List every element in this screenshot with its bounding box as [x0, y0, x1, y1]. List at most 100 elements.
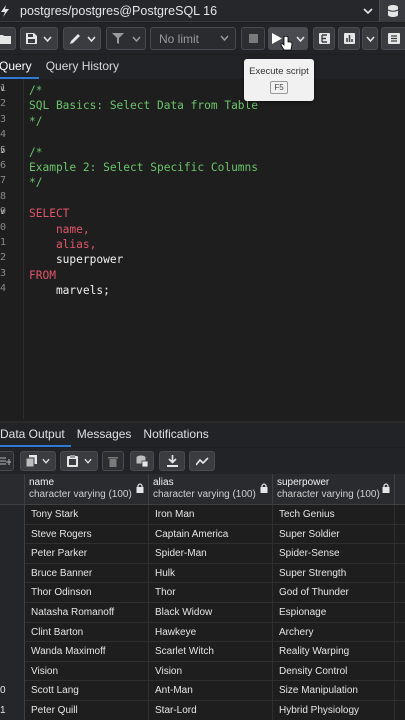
- row-number[interactable]: [0, 544, 25, 564]
- open-file-button[interactable]: [0, 27, 16, 50]
- code-line[interactable]: SELECT: [29, 206, 69, 221]
- table-cell-name[interactable]: Bruce Banner: [25, 563, 149, 584]
- table-cell-alias[interactable]: Star-Lord: [149, 701, 273, 720]
- code-line[interactable]: SQL Basics: Select Data from Table: [29, 98, 258, 113]
- table-cell-alias[interactable]: Black Widow: [149, 603, 273, 623]
- limit-select[interactable]: No limit: [150, 27, 236, 50]
- table-row[interactable]: Steve Rogers Captain America Super Soldier: [0, 524, 405, 545]
- explain-button[interactable]: [313, 27, 335, 50]
- row-number[interactable]: [0, 603, 25, 623]
- row-number-header[interactable]: [0, 474, 25, 505]
- tab-notifications[interactable]: Notifications: [137, 423, 214, 447]
- table-cell-superpower[interactable]: Spider-Sense: [273, 544, 395, 564]
- delete-row-button[interactable]: [102, 451, 124, 471]
- code-line[interactable]: name,: [29, 222, 90, 237]
- sql-editor[interactable]: 1 ∨ 2 3 4 5 ∨ 6 7 8 9 ∨ 0 1 2 3 4 /* SQL Basics: Select D…: [0, 79, 405, 419]
- row-number[interactable]: [0, 661, 25, 682]
- table-cell-name[interactable]: Thor Odinson: [25, 583, 149, 603]
- commit-button[interactable]: [381, 27, 405, 50]
- table-cell-name[interactable]: Vision: [25, 661, 149, 682]
- code-line[interactable]: marvels;: [29, 283, 110, 298]
- table-cell-superpower[interactable]: Hybrid Physiology: [273, 701, 395, 720]
- fold-icon[interactable]: ∨: [0, 146, 5, 155]
- code-line[interactable]: /*: [29, 145, 42, 160]
- code-line[interactable]: /*: [29, 83, 42, 98]
- table-cell-alias[interactable]: Iron Man: [149, 505, 273, 525]
- table-cell-superpower[interactable]: Tech Genius: [273, 505, 395, 525]
- table-row[interactable]: Vision Vision Density Control: [0, 661, 405, 682]
- table-cell-name[interactable]: Wanda Maximoff: [25, 642, 149, 662]
- table-cell-superpower[interactable]: Espionage: [273, 603, 395, 623]
- tab-messages[interactable]: Messages: [71, 423, 138, 447]
- table-row[interactable]: Peter Parker Spider-Man Spider-Sense: [0, 544, 405, 564]
- table-cell-alias[interactable]: Ant-Man: [149, 681, 273, 701]
- tab-query[interactable]: Query: [0, 55, 39, 79]
- graph-visualiser-button[interactable]: [189, 451, 215, 471]
- filter-button[interactable]: [106, 27, 146, 50]
- explain-options-button[interactable]: [362, 27, 378, 50]
- table-cell-superpower[interactable]: Density Control: [273, 661, 395, 682]
- save-button[interactable]: [20, 27, 58, 50]
- table-cell-name[interactable]: Clint Barton: [25, 622, 149, 643]
- column-header-alias[interactable]: alias character varying (100): [149, 474, 273, 505]
- table-cell-name[interactable]: Natasha Romanoff: [25, 603, 149, 623]
- table-cell-alias[interactable]: Vision: [149, 661, 273, 682]
- table-cell-superpower[interactable]: Reality Warping: [273, 642, 395, 662]
- table-row[interactable]: Bruce Banner Hulk Super Strength: [0, 563, 405, 584]
- copy-button[interactable]: [20, 451, 56, 471]
- add-row-button[interactable]: [0, 451, 14, 471]
- table-row[interactable]: 1 Peter Quill Star-Lord Hybrid Physiology: [0, 701, 405, 720]
- tab-query-history[interactable]: Query History: [39, 55, 126, 79]
- table-cell-superpower[interactable]: Size Manipulation: [273, 681, 395, 701]
- column-header-superpower[interactable]: superpower character varying (100): [273, 474, 395, 505]
- download-button[interactable]: [159, 451, 185, 471]
- table-cell-alias[interactable]: Captain America: [149, 524, 273, 545]
- table-cell-alias[interactable]: Spider-Man: [149, 544, 273, 564]
- explain-analyze-button[interactable]: [338, 27, 360, 50]
- table-row[interactable]: 0 Scott Lang Ant-Man Size Manipulation: [0, 681, 405, 701]
- row-number[interactable]: [0, 583, 25, 603]
- table-row[interactable]: Tony Stark Iron Man Tech Genius: [0, 505, 405, 525]
- row-number[interactable]: [0, 505, 25, 525]
- code-line[interactable]: alias,: [29, 237, 96, 252]
- code-line[interactable]: Example 2: Select Specific Columns: [29, 160, 258, 175]
- table-cell-superpower[interactable]: Archery: [273, 622, 395, 643]
- table-cell-superpower[interactable]: God of Thunder: [273, 583, 395, 603]
- fold-icon[interactable]: ∨: [0, 84, 5, 93]
- table-row[interactable]: Clint Barton Hawkeye Archery: [0, 622, 405, 643]
- table-row[interactable]: Natasha Romanoff Black Widow Espionage: [0, 603, 405, 623]
- database-icon[interactable]: [379, 0, 405, 22]
- table-row[interactable]: Wanda Maximoff Scarlet Witch Reality Warpi…: [0, 642, 405, 662]
- fold-icon[interactable]: ∨: [0, 207, 5, 216]
- code-line[interactable]: superpower: [29, 252, 123, 267]
- table-cell-name[interactable]: Scott Lang: [25, 681, 149, 701]
- table-cell-alias[interactable]: Hawkeye: [149, 622, 273, 643]
- table-cell-name[interactable]: Tony Stark: [25, 505, 149, 525]
- row-number[interactable]: 0: [0, 681, 25, 701]
- tab-data-output[interactable]: Data Output: [0, 423, 71, 447]
- code-line[interactable]: FROM: [29, 268, 56, 283]
- connection-title[interactable]: postgres/postgres@PostgreSQL 16: [20, 4, 357, 18]
- save-data-button[interactable]: [130, 451, 154, 471]
- table-cell-alias[interactable]: Thor: [149, 583, 273, 603]
- column-header-name[interactable]: name character varying (100): [25, 474, 149, 505]
- table-cell-superpower[interactable]: Super Soldier: [273, 524, 395, 545]
- table-cell-superpower[interactable]: Super Strength: [273, 563, 395, 584]
- row-number[interactable]: [0, 563, 25, 584]
- table-cell-alias[interactable]: Hulk: [149, 563, 273, 584]
- chevron-down-icon[interactable]: [357, 0, 379, 22]
- edit-button[interactable]: [63, 27, 101, 50]
- row-number[interactable]: 1: [0, 701, 25, 720]
- code-line[interactable]: */: [29, 175, 42, 190]
- table-row[interactable]: Thor Odinson Thor God of Thunder: [0, 583, 405, 603]
- table-cell-name[interactable]: Peter Parker: [25, 544, 149, 564]
- table-cell-name[interactable]: Steve Rogers: [25, 524, 149, 545]
- table-cell-alias[interactable]: Scarlet Witch: [149, 642, 273, 662]
- row-number[interactable]: [0, 524, 25, 545]
- table-cell-name[interactable]: Peter Quill: [25, 701, 149, 720]
- row-number[interactable]: [0, 622, 25, 643]
- paste-button[interactable]: [60, 451, 98, 471]
- row-number[interactable]: [0, 642, 25, 662]
- stop-button[interactable]: [241, 27, 265, 50]
- code-line[interactable]: */: [29, 114, 42, 129]
